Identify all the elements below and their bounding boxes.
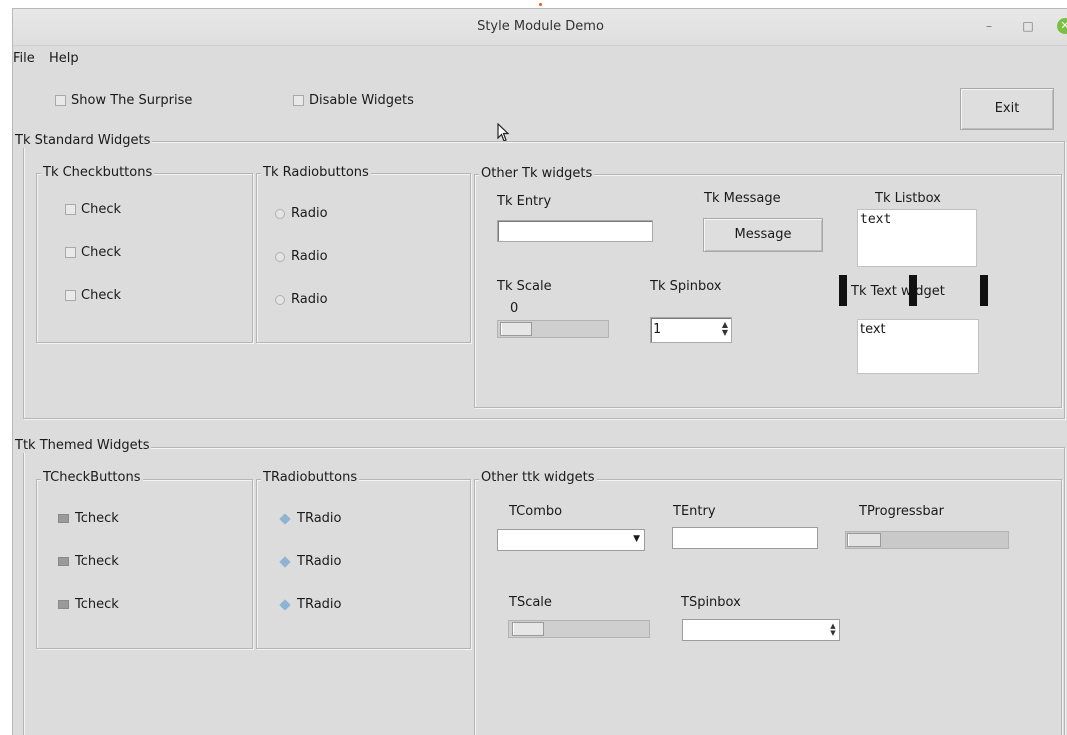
other-ttk-widgets-frame	[474, 479, 1062, 735]
tk-entry-field[interactable]	[497, 220, 653, 242]
tradio-label: TRadio	[297, 511, 342, 526]
selection-handle-middle[interactable]	[909, 275, 917, 306]
tk-scale-trough[interactable]	[497, 320, 609, 338]
maximize-button[interactable]: □	[1020, 18, 1036, 34]
other-ttk-widgets-title: Other ttk widgets	[479, 470, 597, 485]
tk-spinbox-value: 1	[653, 322, 661, 337]
tcheck-label: Tcheck	[75, 554, 119, 569]
tk-check-1[interactable]: Check	[65, 202, 121, 217]
close-button[interactable]: ✕	[1057, 18, 1067, 34]
menu-bar: File Help	[13, 46, 1067, 72]
tentry-label: TEntry	[673, 504, 716, 519]
listbox-item[interactable]: text	[860, 212, 974, 227]
tspinbox[interactable]	[682, 619, 840, 641]
window-title: Style Module Demo	[477, 19, 604, 34]
ttk-radio-1[interactable]: TRadio	[279, 511, 341, 526]
tk-scale-slider[interactable]	[500, 322, 532, 336]
dropdown-arrow-icon[interactable]: ▼	[633, 534, 640, 544]
tradio-label: TRadio	[297, 554, 342, 569]
other-tk-widgets-title: Other Tk widgets	[479, 166, 595, 181]
tspinbox-arrows-icon[interactable]: ▲ ▼	[828, 623, 838, 637]
tk-message-label: Tk Message	[704, 191, 781, 206]
tk-check-label: Check	[81, 288, 121, 303]
tk-radio-label: Radio	[291, 249, 328, 264]
tk-entry-label: Tk Entry	[497, 194, 552, 209]
tk-radio-3[interactable]: Radio	[275, 292, 328, 307]
minimize-button[interactable]: –	[981, 18, 997, 34]
tk-radio-1[interactable]: Radio	[275, 206, 328, 221]
disable-widgets-label: Disable Widgets	[309, 93, 414, 108]
ttk-themed-widgets-title: Ttk Themed Widgets	[13, 438, 152, 453]
tk-check-label: Check	[81, 245, 121, 260]
tcheck-indicator[interactable]	[58, 557, 69, 566]
indicator-dot-icon	[539, 3, 542, 6]
ttk-check-3[interactable]: Tcheck	[58, 597, 119, 612]
tscale-trough[interactable]	[508, 620, 650, 638]
tk-checkbuttons-title: Tk Checkbuttons	[41, 165, 155, 180]
tcheck-label: Tcheck	[75, 511, 119, 526]
ttk-check-2[interactable]: Tcheck	[58, 554, 119, 569]
menu-help[interactable]: Help	[49, 51, 79, 66]
tscale-slider[interactable]	[512, 622, 544, 636]
tk-listbox-label: Tk Listbox	[875, 191, 941, 206]
tk-scale-value: 0	[510, 301, 519, 316]
selection-handle-left[interactable]	[839, 275, 847, 306]
radio-indicator[interactable]	[275, 294, 285, 305]
tprogressbar-fill	[847, 533, 881, 547]
ttk-radio-3[interactable]: TRadio	[279, 597, 341, 612]
tk-message-button[interactable]: Message	[703, 218, 823, 252]
tk-radio-2[interactable]: Radio	[275, 249, 328, 264]
ttk-check-1[interactable]: Tcheck	[58, 511, 119, 526]
tentry-field[interactable]	[672, 527, 818, 549]
tk-radiobuttons-title: Tk Radiobuttons	[261, 165, 371, 180]
tk-listbox[interactable]: text	[857, 209, 977, 267]
ttk-radio-2[interactable]: TRadio	[279, 554, 341, 569]
tk-radio-label: Radio	[291, 206, 328, 221]
ttk-radiobuttons-title: TRadiobuttons	[261, 470, 360, 485]
ttk-checkbuttons-title: TCheckButtons	[41, 470, 143, 485]
selection-handle-right[interactable]	[980, 275, 988, 306]
checkbox-box[interactable]	[55, 95, 66, 106]
tradio-indicator[interactable]	[279, 598, 291, 611]
tk-text-content[interactable]: text	[860, 322, 976, 337]
menu-file[interactable]: File	[13, 51, 35, 66]
tspinbox-label: TSpinbox	[681, 595, 741, 610]
tprogressbar-label: TProgressbar	[859, 504, 944, 519]
show-surprise-checkbox[interactable]: Show The Surprise	[55, 93, 192, 108]
radio-indicator[interactable]	[275, 208, 285, 219]
tk-text-widget-label: Tk Text widget	[851, 284, 945, 299]
checkbox-box[interactable]	[65, 290, 76, 301]
tcombo-box[interactable]: ▼	[497, 529, 645, 551]
checkbox-box[interactable]	[293, 95, 304, 106]
tscale-label: TScale	[509, 595, 552, 610]
checkbox-box[interactable]	[65, 204, 76, 215]
tk-standard-widgets-title: Tk Standard Widgets	[13, 133, 153, 148]
exit-button[interactable]: Exit	[960, 88, 1054, 130]
title-bar[interactable]: Style Module Demo – □ ✕	[13, 9, 1067, 46]
disable-widgets-checkbox[interactable]: Disable Widgets	[293, 93, 414, 108]
tk-check-2[interactable]: Check	[65, 245, 121, 260]
tradio-indicator[interactable]	[279, 555, 291, 568]
checkbox-box[interactable]	[65, 247, 76, 258]
tk-scale-label: Tk Scale	[497, 279, 552, 294]
tcheck-indicator[interactable]	[58, 514, 69, 523]
show-surprise-label: Show The Surprise	[71, 93, 193, 108]
tcombo-label: TCombo	[509, 504, 563, 519]
tk-check-label: Check	[81, 202, 121, 217]
tk-radio-label: Radio	[291, 292, 328, 307]
tk-check-3[interactable]: Check	[65, 288, 121, 303]
tcheck-label: Tcheck	[75, 597, 119, 612]
tradio-indicator[interactable]	[279, 512, 291, 525]
tcheck-indicator[interactable]	[58, 600, 69, 609]
tradio-label: TRadio	[297, 597, 342, 612]
tprogressbar	[845, 531, 1009, 549]
radio-indicator[interactable]	[275, 251, 285, 262]
tk-text-widget[interactable]: text	[857, 319, 979, 374]
app-window: Style Module Demo – □ ✕ File Help Show T…	[12, 8, 1067, 735]
tk-spinbox-label: Tk Spinbox	[650, 279, 722, 294]
spinbox-arrows-icon[interactable]: ▲ ▼	[720, 321, 730, 337]
